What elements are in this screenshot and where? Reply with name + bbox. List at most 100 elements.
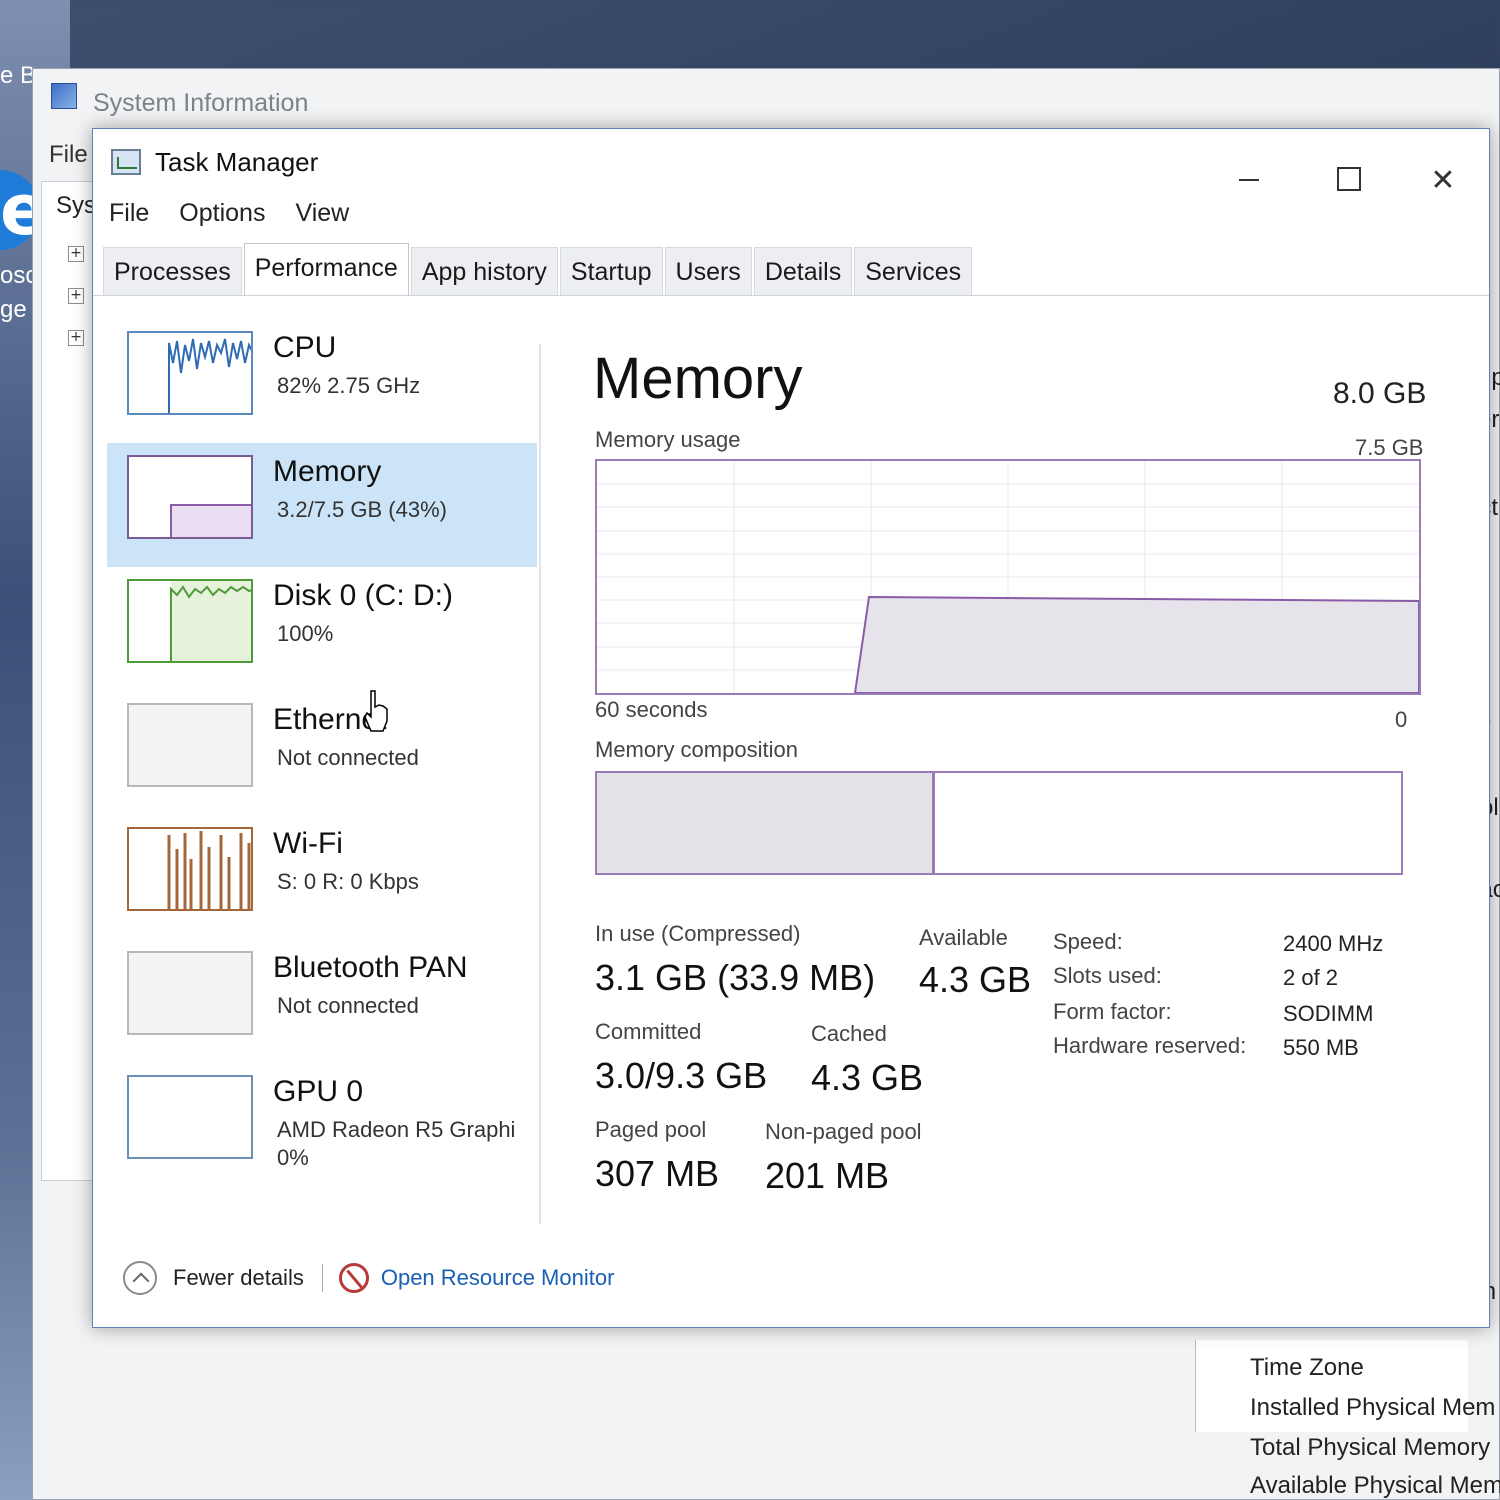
spec-label: Hardware reserved: — [1053, 1033, 1247, 1058]
footer-separator — [321, 1264, 323, 1292]
open-resource-monitor-link[interactable]: Open Resource Monitor — [381, 1265, 615, 1291]
menu-bar: File Options View — [109, 199, 349, 228]
sidebar-item-label: Disk 0 (C: D:) — [273, 579, 453, 612]
sysinfo-row-label[interactable]: Time Zone — [1250, 1354, 1364, 1382]
sidebar-item-ethernet[interactable]: Ethernet Not connected — [107, 691, 537, 815]
memory-total: 8.0 GB — [1333, 377, 1427, 410]
spec-value: 2400 MHz — [1283, 931, 1384, 956]
maximize-button[interactable] — [1311, 159, 1381, 203]
ethernet-thumbnail-graph — [127, 703, 253, 787]
spec-label: Slots used: — [1053, 963, 1162, 988]
in-use-value: 3.1 GB (33.9 MB) — [595, 957, 876, 998]
wifi-thumbnail-graph — [127, 827, 253, 911]
window-title: Task Manager — [155, 147, 319, 177]
menu-view[interactable]: View — [295, 199, 349, 228]
sidebar-item-label: GPU 0 — [273, 1075, 364, 1108]
sysinfo-tree-root[interactable]: Sys — [56, 192, 96, 220]
spec-value: 2 of 2 — [1283, 965, 1339, 990]
committed-label: Committed — [595, 1019, 702, 1044]
memory-thumbnail-graph — [127, 455, 253, 539]
sidebar-item-label: Memory — [273, 455, 382, 488]
available-label: Available — [919, 925, 1008, 950]
sidebar-item-label: Bluetooth PAN — [273, 951, 468, 984]
desktop-fragment: e B — [0, 62, 37, 89]
committed-value: 3.0/9.3 GB — [595, 1055, 768, 1096]
sysinfo-row-label[interactable]: Total Physical Memory — [1250, 1434, 1490, 1462]
spec-label: Speed: — [1053, 929, 1123, 954]
sidebar-item-memory[interactable]: Memory 3.2/7.5 GB (43%) — [107, 443, 537, 567]
title-bar[interactable]: Task Manager ✕ — [93, 129, 1489, 198]
memory-composition-bar — [595, 771, 1403, 875]
sysinfo-menu-file[interactable]: File — [49, 141, 88, 169]
sidebar-item-detail: 82% 2.75 GHz — [277, 373, 421, 398]
minimize-button[interactable] — [1213, 159, 1283, 203]
available-value: 4.3 GB — [919, 959, 1032, 1000]
sidebar-item-detail: 0% — [277, 1145, 309, 1170]
sysinfo-row-label[interactable]: Available Physical Mem — [1250, 1472, 1500, 1500]
memory-thumbnail-fill — [170, 504, 251, 537]
sidebar-item-disk[interactable]: Disk 0 (C: D:) 100% — [107, 567, 537, 691]
expand-icon[interactable]: + — [68, 330, 84, 346]
sidebar-item-detail: 100% — [277, 621, 334, 646]
tab-startup[interactable]: Startup — [559, 247, 663, 295]
sidebar-item-detail: Not connected — [277, 993, 419, 1018]
tab-processes[interactable]: Processes — [103, 247, 242, 295]
system-information-title: System Information — [93, 89, 309, 117]
menu-file[interactable]: File — [109, 199, 149, 228]
paged-pool-label: Paged pool — [595, 1117, 707, 1142]
time-window-label: 60 seconds — [595, 697, 708, 722]
task-manager-window: Task Manager ✕ File Options View Process… — [92, 128, 1490, 1328]
sidebar-item-detail: 3.2/7.5 GB (43%) — [277, 497, 447, 522]
cpu-thumbnail-graph — [127, 331, 253, 415]
sidebar-item-detail: AMD Radeon R5 Graphi — [277, 1117, 516, 1142]
tab-services[interactable]: Services — [854, 247, 973, 295]
memory-usage-graph — [595, 459, 1421, 695]
menu-options[interactable]: Options — [179, 199, 265, 228]
memory-composition-label: Memory composition — [595, 737, 798, 762]
sysinfo-row-label[interactable]: Installed Physical Mem — [1250, 1394, 1495, 1422]
composition-in-use-segment — [597, 773, 935, 873]
page-title: Memory — [593, 346, 803, 411]
performance-sidebar: CPU 82% 2.75 GHz Memory 3.2/7.5 GB (43%)… — [107, 319, 537, 1219]
bluetooth-thumbnail-graph — [127, 951, 253, 1035]
close-button[interactable]: ✕ — [1408, 159, 1478, 203]
cached-value: 4.3 GB — [811, 1057, 924, 1098]
non-paged-pool-value: 201 MB — [765, 1155, 890, 1196]
spec-label: Form factor: — [1053, 999, 1172, 1024]
time-zero-label: 0 — [1395, 707, 1408, 732]
chevron-up-icon[interactable] — [123, 1261, 157, 1295]
sidebar-item-bluetooth[interactable]: Bluetooth PAN Not connected — [107, 939, 537, 1063]
non-paged-pool-label: Non-paged pool — [765, 1119, 922, 1144]
tab-strip: Processes Performance App history Startu… — [103, 243, 974, 295]
cached-label: Cached — [811, 1021, 887, 1046]
sidebar-item-detail: S: 0 R: 0 Kbps — [277, 869, 419, 894]
tab-performance[interactable]: Performance — [243, 243, 409, 295]
tab-divider — [93, 295, 1489, 296]
spec-value: 550 MB — [1283, 1035, 1359, 1060]
paged-pool-value: 307 MB — [595, 1153, 720, 1194]
tab-app-history[interactable]: App history — [410, 247, 558, 295]
in-use-label: In use (Compressed) — [595, 921, 801, 946]
memory-usage-label: Memory usage — [595, 427, 741, 452]
desktop-fragment: ge — [0, 296, 27, 323]
expand-icon[interactable]: + — [68, 288, 84, 304]
expand-icon[interactable]: + — [68, 246, 84, 262]
resource-monitor-icon[interactable] — [338, 1263, 369, 1293]
gpu-thumbnail-graph — [127, 1075, 253, 1159]
sidebar-item-gpu[interactable]: GPU 0 AMD Radeon R5 Graphi 0% — [107, 1063, 537, 1187]
tab-users[interactable]: Users — [664, 247, 752, 295]
disk-thumbnail-graph — [127, 579, 253, 663]
tab-details[interactable]: Details — [753, 247, 853, 295]
system-information-icon — [51, 83, 77, 109]
sidebar-divider[interactable] — [539, 344, 541, 1224]
sidebar-item-wifi[interactable]: Wi-Fi S: 0 R: 0 Kbps — [107, 815, 537, 939]
hand-cursor-icon — [364, 690, 388, 732]
sidebar-item-detail: Not connected — [277, 745, 419, 770]
memory-usage-max: 7.5 GB — [1355, 435, 1424, 460]
sidebar-item-label: CPU — [273, 331, 337, 364]
spec-value: SODIMM — [1283, 1001, 1374, 1026]
sidebar-item-cpu[interactable]: CPU 82% 2.75 GHz — [107, 319, 537, 443]
task-manager-icon — [111, 149, 141, 175]
fewer-details-button[interactable]: Fewer details — [173, 1265, 304, 1291]
footer: Fewer details Open Resource Monitor — [123, 1253, 614, 1303]
